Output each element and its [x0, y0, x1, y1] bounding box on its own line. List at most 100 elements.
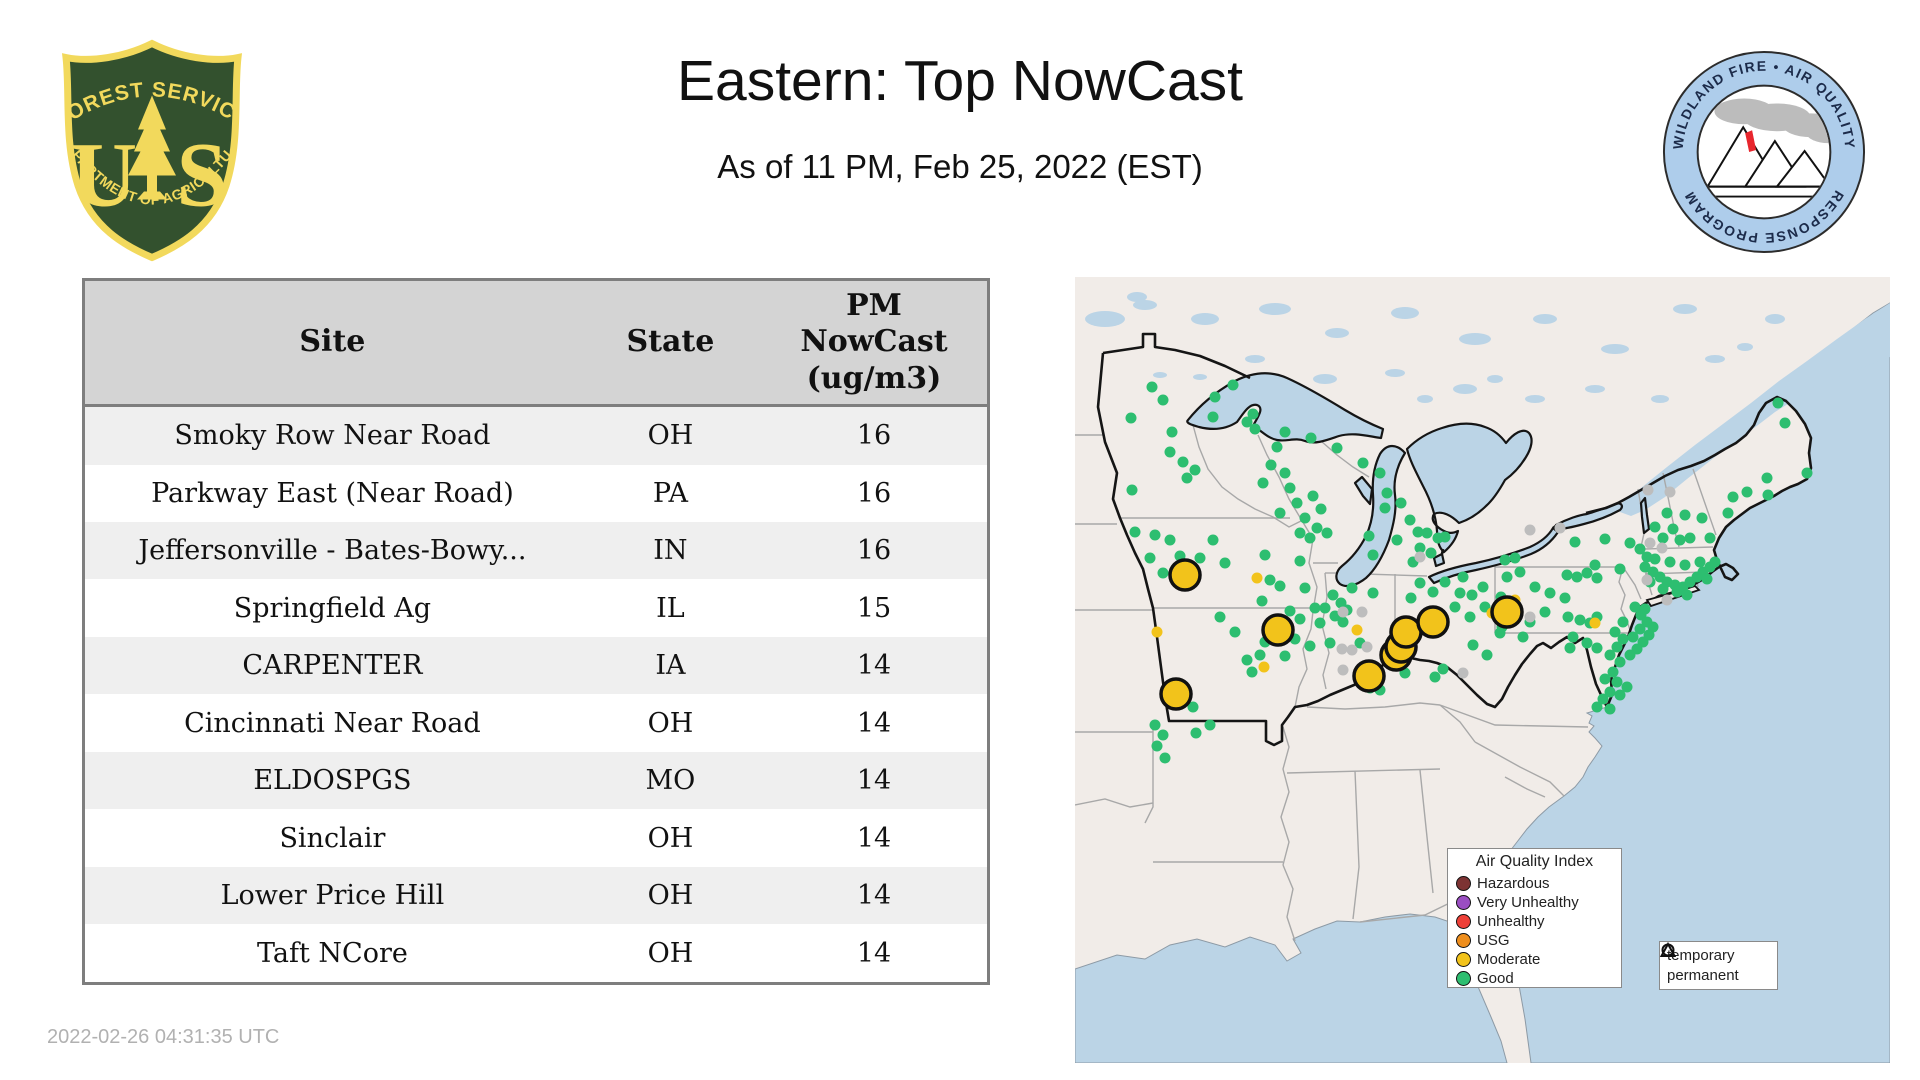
table-cell: 16 [761, 521, 989, 580]
site-marker [1256, 595, 1268, 607]
site-marker [1589, 559, 1601, 571]
site-marker [1249, 423, 1261, 435]
table-cell: 16 [761, 405, 989, 465]
table-cell: Smoky Row Near Road [83, 405, 580, 465]
site-marker [1261, 613, 1295, 647]
site-marker [1649, 521, 1661, 533]
aqi-color-dot-icon [1456, 914, 1471, 929]
site-marker [1514, 566, 1526, 578]
site-marker [1449, 601, 1461, 613]
table-cell: Springfield Ag [83, 579, 580, 637]
site-marker [1762, 489, 1774, 501]
aqi-legend-item: USG [1456, 931, 1621, 950]
table-cell: PA [579, 464, 761, 522]
aqi-color-dot-icon [1456, 952, 1471, 967]
site-marker [1337, 606, 1349, 618]
site-marker [1457, 667, 1469, 679]
site-marker [1562, 611, 1574, 623]
site-marker [1361, 641, 1373, 653]
site-marker [1209, 391, 1221, 403]
site-marker [1661, 594, 1673, 606]
site-marker [1367, 587, 1379, 599]
site-marker [1274, 580, 1286, 592]
site-marker [1251, 572, 1263, 584]
table-cell: Taft NCore [83, 924, 580, 984]
site-marker [1664, 486, 1676, 498]
site-marker [1494, 627, 1506, 639]
site-marker [1454, 587, 1466, 599]
site-marker [1166, 426, 1178, 438]
site-marker [1363, 530, 1375, 542]
site-marker [1190, 727, 1202, 739]
table-cell: 14 [761, 924, 989, 984]
site-marker [1181, 472, 1193, 484]
site-marker [1661, 507, 1673, 519]
site-marker [1129, 526, 1141, 538]
site-marker [1649, 553, 1661, 565]
site-marker [1374, 467, 1386, 479]
site-marker [1168, 558, 1202, 592]
site-marker [1299, 582, 1311, 594]
air-quality-map: Air Quality Index Hazardous Very Unhealth… [1075, 277, 1890, 1063]
aqi-legend-item: Moderate [1456, 950, 1621, 969]
site-marker [1357, 457, 1369, 469]
site-marker [1227, 379, 1239, 391]
nowcast-table: Site State PM NowCast (ug/m3) Smoky Row Ne… [82, 278, 990, 985]
table-row: Smoky Row Near Road OH 16 [83, 405, 989, 465]
aqi-legend-title: Air Quality Index [1475, 853, 1594, 870]
page-subtitle: As of 11 PM, Feb 25, 2022 (EST) [717, 148, 1203, 185]
site-marker [1321, 527, 1333, 539]
site-marker [1159, 677, 1193, 711]
site-marker [1704, 532, 1716, 544]
site-marker [1657, 532, 1669, 544]
site-marker [1257, 477, 1269, 489]
column-header: Site [83, 279, 580, 407]
site-marker [1279, 467, 1291, 479]
site-marker [1571, 571, 1583, 583]
site-marker [1404, 514, 1416, 526]
table-row: Cincinnati Near Road OH 14 [83, 694, 989, 752]
site-marker [1381, 487, 1393, 499]
aqi-legend-label: Very Unhealthy [1477, 894, 1579, 911]
forest-service-shield-icon: FOREST SERVICE U S DEPARTMENT OF AGRICUL… [44, 20, 243, 262]
table-cell: Lower Price Hill [83, 866, 580, 925]
site-marker [1694, 556, 1706, 568]
site-marker [1627, 631, 1639, 643]
wildland-fire-program-logo: WILDLAND FIRE • AIR QUALITY RESPONSE PRO… [1660, 48, 1868, 256]
site-marker [1657, 583, 1669, 595]
site-marker [1779, 417, 1791, 429]
table-row: Jeffersonville - Bates-Bowy... IN 16 [83, 521, 989, 580]
table-row: Sinclair OH 14 [83, 809, 989, 867]
site-marker [1229, 626, 1241, 638]
site-marker [1457, 571, 1469, 583]
aqi-legend-label: USG [1477, 932, 1510, 949]
site-marker [1241, 654, 1253, 666]
table-cell: 14 [761, 751, 989, 810]
aqi-legend-item: Unhealthy [1456, 912, 1621, 931]
site-marker [1667, 523, 1679, 535]
marker-legend-label: temporary [1667, 946, 1735, 964]
site-marker [1696, 512, 1708, 524]
site-marker [1194, 552, 1206, 564]
site-marker [1437, 663, 1449, 675]
site-marker [1214, 611, 1226, 623]
table-cell: 14 [761, 694, 989, 752]
site-marker [1490, 595, 1524, 629]
site-marker [1319, 602, 1331, 614]
site-marker [1679, 509, 1691, 521]
marker-legend-label: permanent [1667, 966, 1739, 984]
site-marker [1611, 676, 1623, 688]
site-marker [1151, 740, 1163, 752]
site-marker [1337, 616, 1349, 628]
site-marker [1617, 616, 1629, 628]
table-cell: Jeffersonville - Bates-Bowy... [83, 521, 580, 580]
aqi-legend-item: Good [1456, 969, 1621, 988]
site-marker [1259, 549, 1271, 561]
site-marker [1561, 569, 1573, 581]
site-marker [1304, 532, 1316, 544]
site-marker [1204, 719, 1216, 731]
site-marker [1529, 581, 1541, 593]
site-marker [1125, 412, 1137, 424]
site-marker [1604, 703, 1616, 715]
table-cell: OH [579, 809, 761, 867]
